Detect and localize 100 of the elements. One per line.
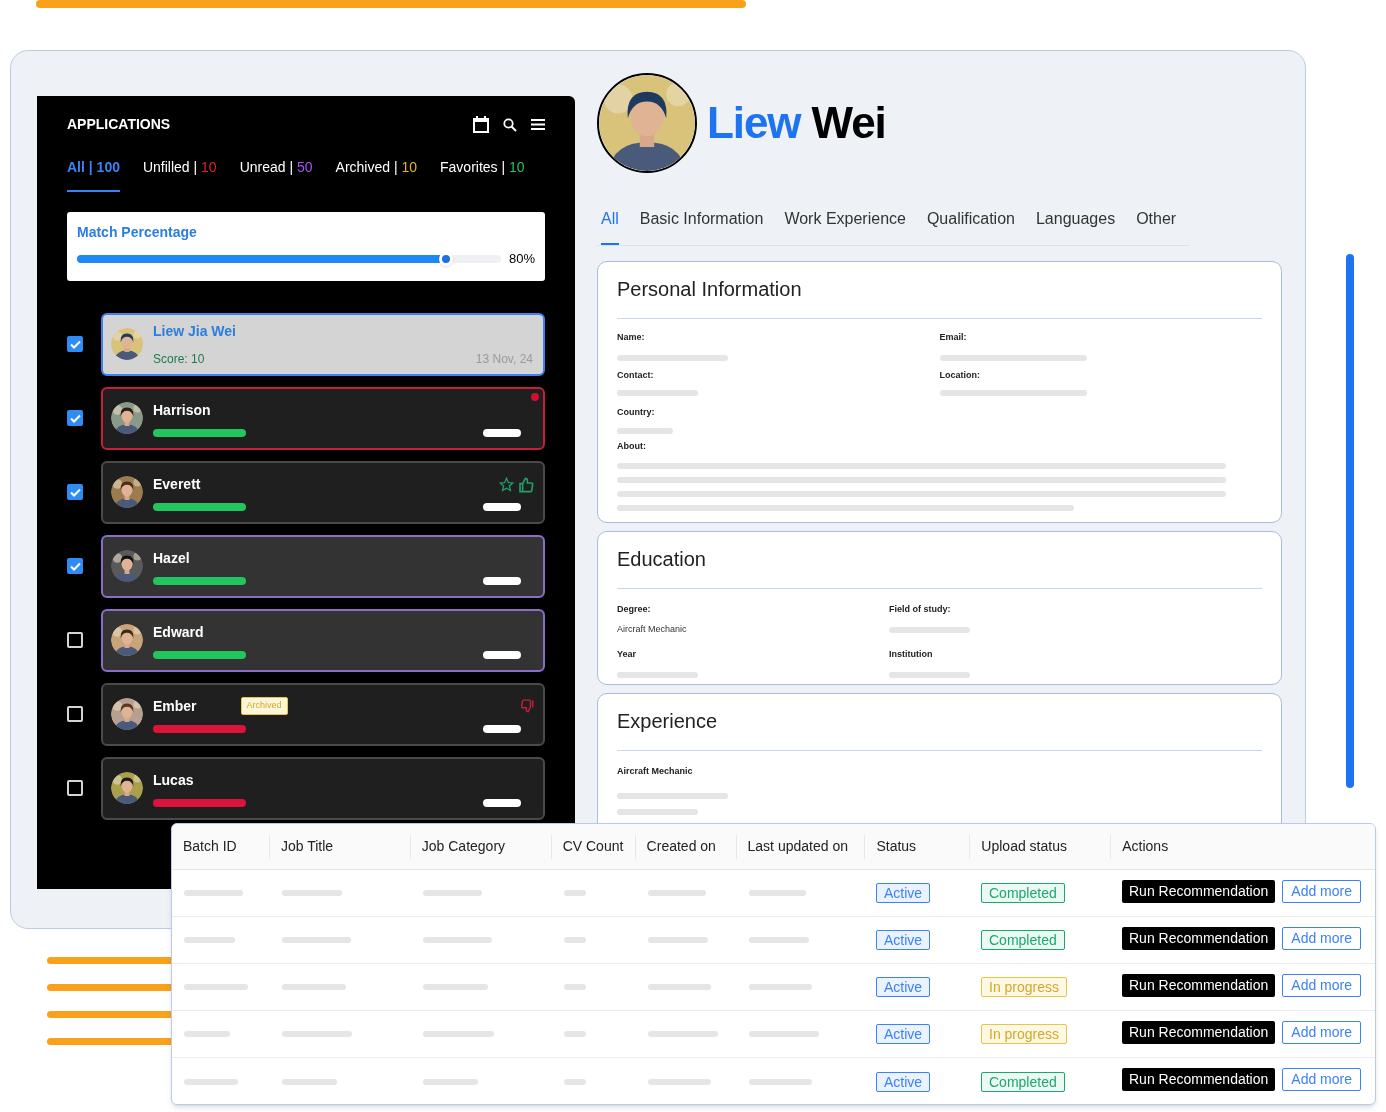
candidate-card[interactable]: Edward	[101, 608, 545, 672]
placeholder-bar	[648, 984, 711, 990]
run-recommendation-button[interactable]: Run Recommendation	[1122, 926, 1276, 950]
placeholder-bar	[184, 1078, 238, 1085]
placeholder-bar	[749, 937, 809, 943]
add-more-button[interactable]: Add more	[1282, 973, 1361, 997]
candidate-title: Liew Wei	[707, 97, 886, 149]
section-tab[interactable]: Basic Information	[639, 207, 764, 245]
candidate-name: Lucas	[153, 770, 194, 790]
placeholder-bar	[282, 984, 346, 990]
match-reading: 80%	[508, 250, 535, 268]
filter-tab[interactable]: Favorites | 10	[440, 157, 525, 192]
status-badge: Active	[876, 930, 931, 950]
column-header: Job Title	[280, 837, 334, 856]
section-tab[interactable]: Work Experience	[784, 207, 906, 245]
upload-status-badge: Completed	[981, 883, 1065, 903]
placeholder-bar	[184, 937, 235, 943]
section-tab[interactable]: All	[601, 207, 619, 245]
placeholder-bar	[184, 890, 243, 896]
column-header: CV Count	[562, 837, 624, 856]
candidate-card[interactable]: Liew Jia Wei Score: 10 13 Nov, 24	[101, 312, 545, 376]
thumbs-up-icon[interactable]	[517, 476, 535, 493]
placeholder-bar	[483, 724, 521, 733]
run-recommendation-button[interactable]: Run Recommendation	[1122, 1068, 1276, 1091]
placeholder-bar	[648, 1031, 718, 1037]
column-header: Job Category	[421, 837, 506, 856]
run-recommendation-button[interactable]: Run Recommendation	[1122, 1020, 1276, 1044]
candidate-card[interactable]: Hazel	[101, 534, 545, 598]
add-more-button[interactable]: Add more	[1282, 1020, 1361, 1044]
placeholder-bar	[648, 890, 706, 896]
checkbox[interactable]	[67, 780, 83, 796]
upload-status-badge: Completed	[981, 1071, 1065, 1092]
candidate-card[interactable]: Everett	[101, 460, 545, 524]
placeholder-bar	[423, 1031, 494, 1037]
placeholder-bar	[564, 1078, 586, 1085]
filter-tab[interactable]: Archived | 10	[335, 157, 418, 192]
calendar-icon[interactable]	[473, 116, 489, 133]
scrollbar[interactable]	[1346, 254, 1354, 788]
checkbox[interactable]	[67, 558, 83, 574]
upload-status-badge: In progress	[981, 977, 1068, 997]
add-more-button[interactable]: Add more	[1282, 1068, 1361, 1091]
column-header: Batch ID	[183, 837, 237, 856]
star-icon[interactable]	[499, 476, 514, 492]
run-recommendation-button[interactable]: Run Recommendation	[1122, 879, 1276, 903]
section-tab[interactable]: Other	[1136, 207, 1177, 245]
add-more-button[interactable]: Add more	[1282, 926, 1361, 950]
column-header: Last updated on	[747, 837, 848, 856]
column-header: Upload status	[981, 837, 1067, 856]
date: 13 Nov, 24	[475, 350, 533, 368]
placeholder-bar	[749, 1031, 819, 1037]
check-icon	[69, 487, 81, 497]
filter-tab[interactable]: Unfilled | 10	[142, 157, 217, 192]
card-title: Personal Information	[617, 274, 1262, 319]
checkbox[interactable]	[67, 706, 83, 722]
placeholder-bar	[282, 1031, 352, 1037]
column-header: Created on	[646, 837, 716, 856]
menu-icon[interactable]	[531, 119, 545, 130]
placeholder-bar	[483, 576, 521, 585]
placeholder-bar	[749, 890, 806, 896]
archived-badge: Archived	[240, 697, 288, 715]
checkbox[interactable]	[67, 484, 83, 500]
column-header: Actions	[1122, 837, 1169, 856]
field-label: Institution	[889, 648, 934, 661]
candidate-card[interactable]: Ember Archived	[101, 682, 545, 746]
checkbox[interactable]	[67, 336, 83, 352]
filter-tab[interactable]: All | 100	[67, 157, 120, 192]
score: Score: 10	[153, 350, 205, 368]
candidate-name: Everett	[153, 474, 201, 494]
placeholder-bar	[483, 798, 521, 807]
placeholder-bar	[483, 650, 521, 659]
candidate-name: Liew Jia Wei	[153, 321, 236, 341]
run-recommendation-button[interactable]: Run Recommendation	[1122, 973, 1276, 997]
field-label: Year	[617, 648, 638, 661]
field-label: Name:	[617, 331, 646, 344]
placeholder-bar	[184, 1031, 230, 1037]
field-label: Aircraft Mechanic	[617, 765, 694, 778]
status-badge: Active	[876, 1071, 931, 1092]
section-tab[interactable]: Qualification	[926, 207, 1015, 245]
candidate-name: Harrison	[153, 400, 211, 420]
placeholder-bar	[617, 427, 673, 434]
thumbs-down-icon[interactable]	[520, 698, 535, 713]
filter-tab[interactable]: Unread | 50	[239, 157, 313, 192]
panel-title: APPLICATIONS	[67, 115, 171, 134]
placeholder-bar	[749, 984, 812, 990]
candidate-card[interactable]: Lucas	[101, 756, 545, 820]
field-label: Contact:	[617, 368, 655, 382]
field-label: Location:	[939, 368, 981, 382]
candidate-card[interactable]: Harrison	[101, 386, 545, 450]
candidate-name: Edward	[153, 622, 204, 642]
search-icon[interactable]	[503, 117, 517, 132]
add-more-button[interactable]: Add more	[1282, 879, 1361, 903]
field-label: Country:	[617, 406, 656, 419]
field-label: Field of study:	[889, 603, 952, 616]
placeholder-bar	[648, 1078, 711, 1085]
status-badge: Active	[876, 1024, 931, 1044]
section-tab[interactable]: Languages	[1035, 207, 1116, 245]
status-badge: Active	[876, 977, 931, 997]
checkbox[interactable]	[67, 632, 83, 648]
checkbox[interactable]	[67, 410, 83, 426]
placeholder-bar	[423, 937, 492, 943]
